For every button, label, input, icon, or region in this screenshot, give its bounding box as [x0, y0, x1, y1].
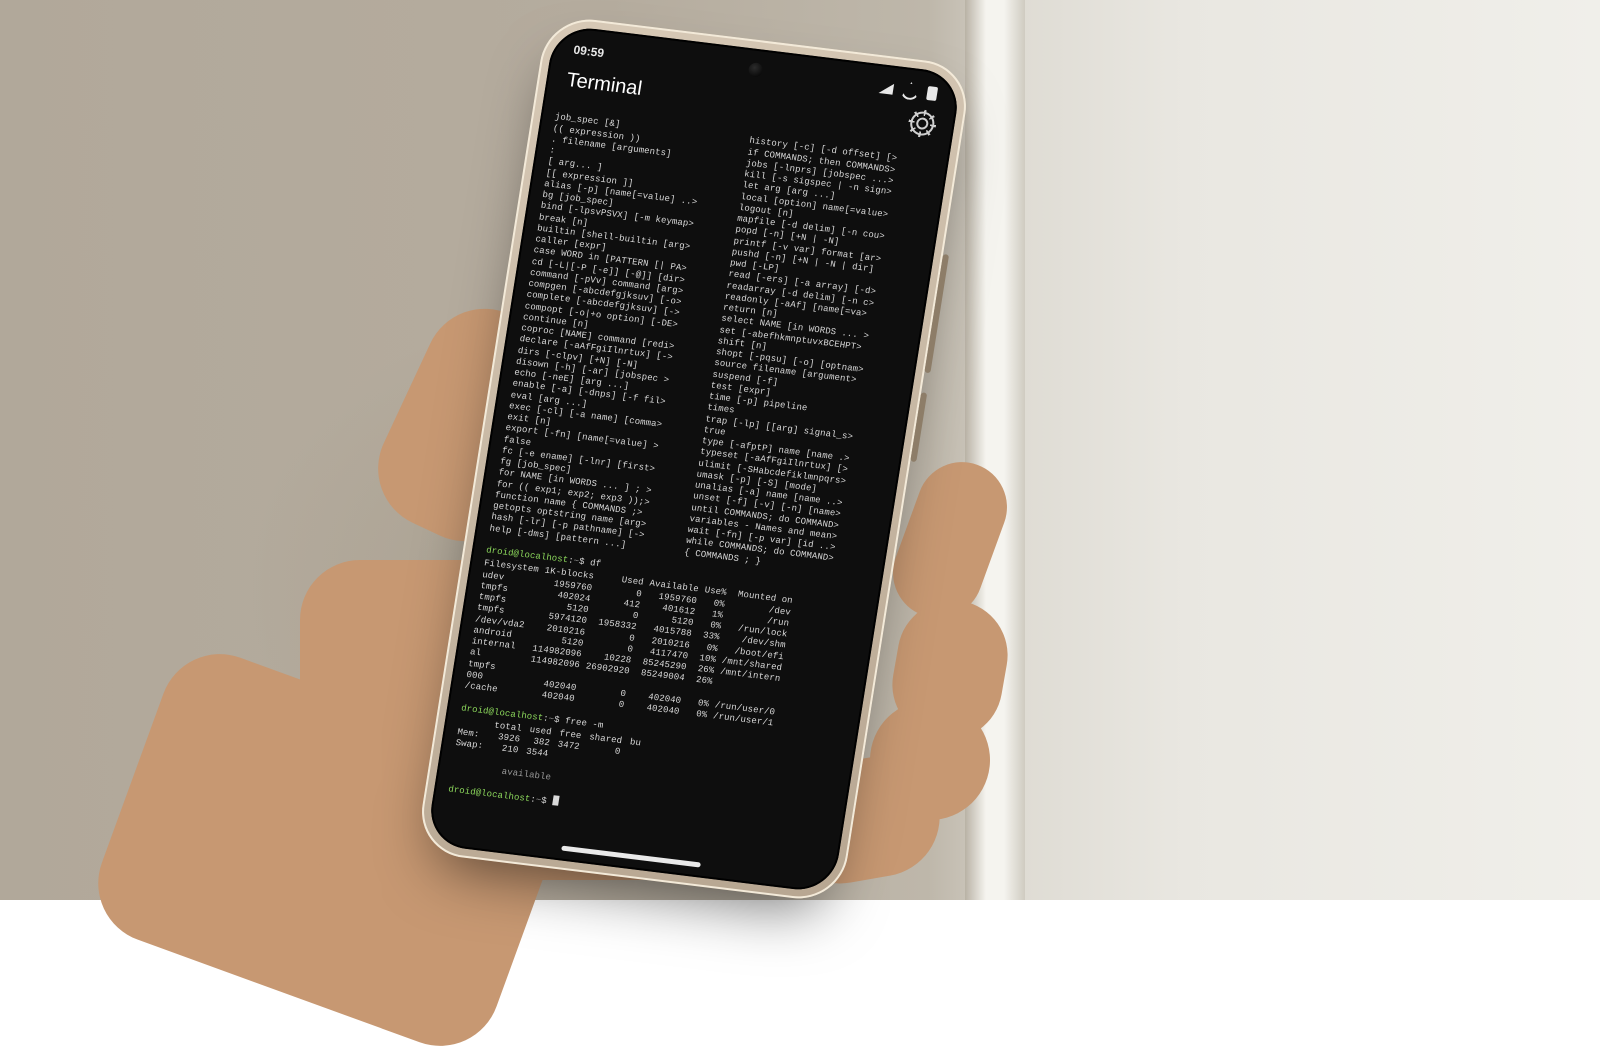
status-clock: 09:59	[572, 43, 605, 61]
command-free: free -m	[564, 716, 604, 731]
app-title: Terminal	[565, 69, 644, 101]
wifi-icon	[900, 81, 921, 101]
battery-icon	[926, 86, 938, 101]
signal-icon	[879, 82, 895, 95]
gear-icon[interactable]	[908, 110, 936, 137]
gesture-bar[interactable]	[561, 846, 701, 868]
df-table: Filesystem1K-blocksUsedAvailableUse%Moun…	[464, 558, 800, 730]
command-df: df	[589, 558, 602, 569]
shell-prompt: droid@localhost	[447, 785, 531, 805]
cursor-icon	[552, 795, 560, 806]
